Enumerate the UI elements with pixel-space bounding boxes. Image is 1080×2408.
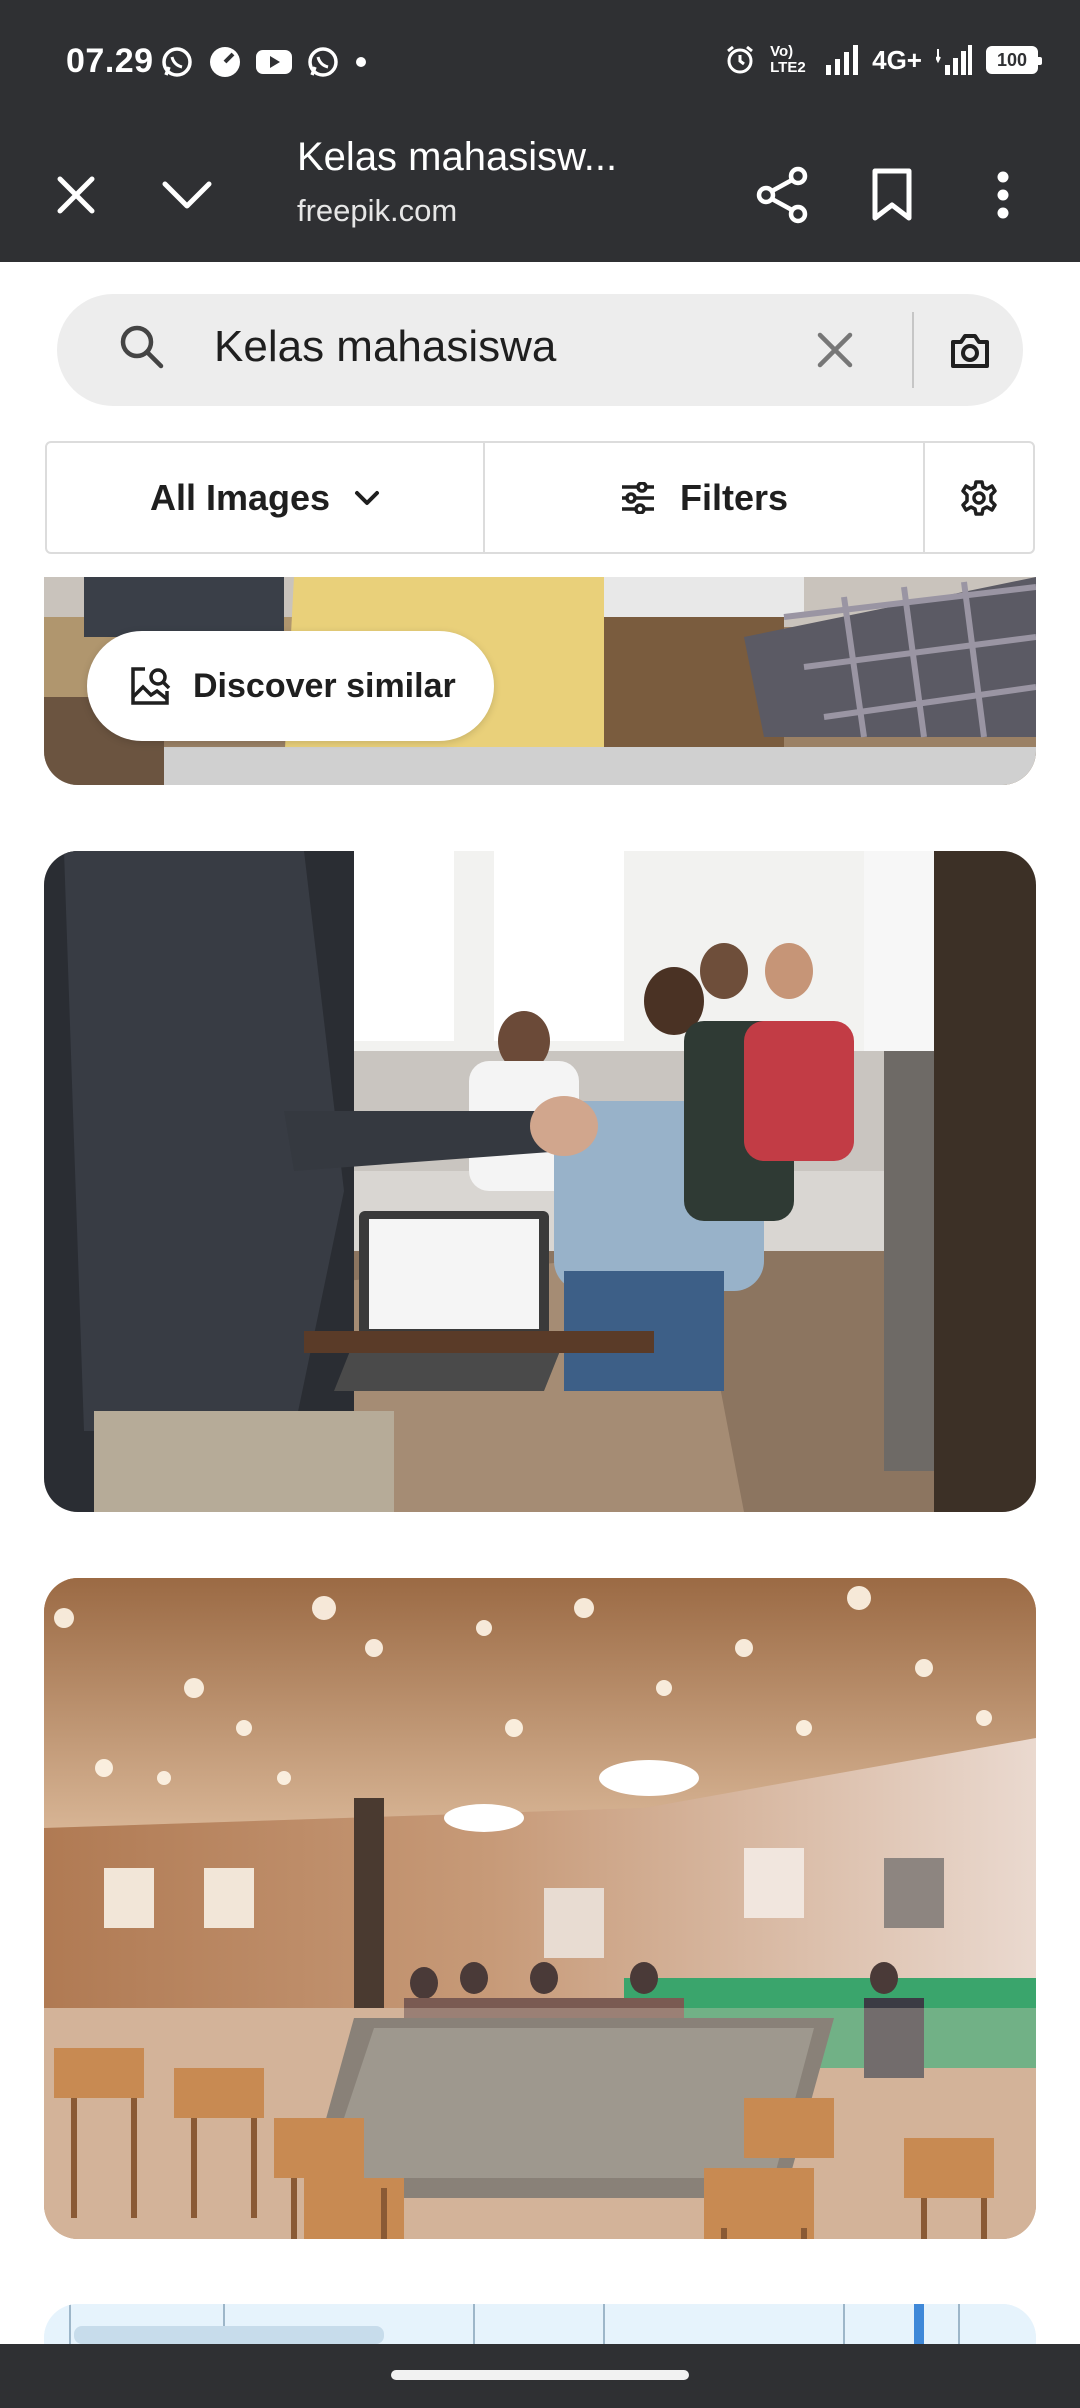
clear-search-button[interactable] [809,324,861,376]
image-search-icon [131,667,171,705]
search-input[interactable]: Kelas mahasiswa [214,322,556,372]
all-images-label: All Images [149,476,331,518]
search-icon [119,324,165,375]
camera-search-button[interactable] [943,324,997,378]
alarm-icon [727,45,754,74]
chevron-down-icon [355,490,380,505]
sliders-icon [621,481,654,514]
close-icon [817,332,853,368]
navigation-bar [0,2344,1080,2408]
browser-toolbar: Kelas mahasisw... freepik.com [0,125,1080,262]
chevron-down-icon [162,181,212,209]
all-images-dropdown[interactable]: All Images [47,443,485,552]
home-gesture-handle[interactable] [391,2370,689,2380]
page-title: Kelas mahasisw... [297,135,618,179]
signal-icon [936,45,972,75]
result-image[interactable] [44,851,1036,1512]
close-icon [57,176,95,214]
result-image[interactable] [44,2304,1036,2344]
youtube-icon [256,50,292,74]
search-bar[interactable]: Kelas mahasiswa [57,294,1023,406]
dot-icon [356,57,366,67]
share-button[interactable] [742,155,822,235]
signal-icon [826,45,859,75]
discover-similar-label: Discover similar [193,666,456,705]
settings-button[interactable] [925,443,1033,552]
close-button[interactable] [36,155,116,235]
result-image[interactable] [44,1578,1036,2239]
gear-icon [961,479,997,516]
filters-label: Filters [679,476,789,518]
whatsapp-icon [162,47,192,77]
filters-button[interactable]: Filters [485,443,925,552]
notification-icons [160,45,368,79]
filter-row: All Images Filters [45,441,1035,554]
discover-similar-button[interactable]: Discover similar [87,631,494,741]
minimize-button[interactable] [147,155,227,235]
status-time: 07.29 [66,42,154,80]
battery-indicator: 100 [986,46,1042,74]
page-url: freepik.com [297,193,458,228]
system-icons: Vo) LTE2 4G+ 100 [724,43,1042,76]
speed-icon [210,47,240,77]
network-type: 4G+ [872,44,922,75]
share-icon [756,166,808,224]
camera-icon [951,334,989,368]
search-divider [912,312,914,388]
whatsapp-icon [308,47,338,77]
volte-label: Vo) LTE2 [770,43,806,76]
bookmark-button[interactable] [852,155,932,235]
bookmark-icon [872,168,912,221]
more-options-button[interactable] [963,155,1043,235]
more-vert-icon [997,171,1009,219]
status-bar: 07.29 Vo) LTE2 4G+ 100 [0,0,1080,125]
